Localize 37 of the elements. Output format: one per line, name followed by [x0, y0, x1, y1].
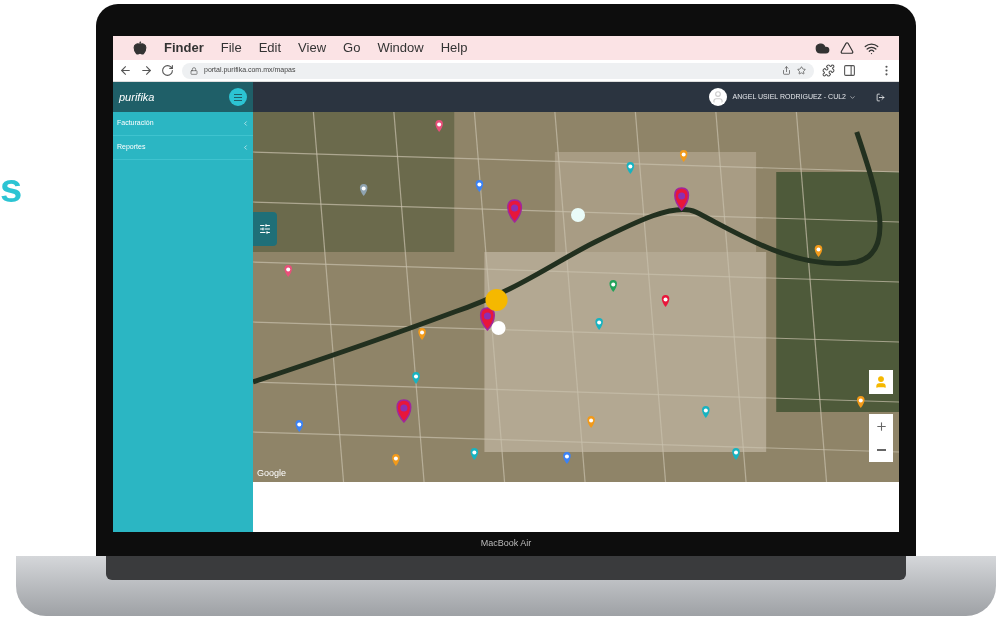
- heading-fragment: s: [0, 168, 23, 208]
- back-icon[interactable]: [119, 64, 132, 77]
- menu-item[interactable]: View: [298, 38, 327, 58]
- menu-item[interactable]: File: [220, 38, 242, 58]
- cloud-icon[interactable]: [815, 40, 830, 56]
- logo[interactable]: purifika: [119, 88, 155, 106]
- apple-icon[interactable]: [133, 41, 147, 55]
- chevron-left-icon: [242, 144, 249, 151]
- menu-item[interactable]: Go: [343, 38, 361, 58]
- person-icon: [874, 375, 888, 389]
- logout-icon[interactable]: [876, 92, 885, 102]
- menu-item[interactable]: Window: [377, 38, 424, 58]
- sliders-icon: [259, 223, 271, 235]
- bookmark-icon[interactable]: [797, 66, 806, 75]
- filter-button[interactable]: [253, 212, 277, 246]
- triangle-icon[interactable]: [840, 41, 854, 55]
- forward-icon[interactable]: [140, 64, 153, 77]
- map-view[interactable]: Google: [253, 112, 899, 482]
- zoom-out-button[interactable]: [869, 438, 893, 462]
- side-panel-icon[interactable]: [843, 64, 856, 77]
- chevron-down-icon: [849, 93, 856, 101]
- share-icon[interactable]: [782, 66, 791, 75]
- lock-icon: [190, 66, 198, 75]
- plus-icon: [874, 419, 888, 433]
- device-label: MacBook Air: [480, 537, 532, 550]
- minus-icon: [876, 449, 886, 451]
- wifi-icon[interactable]: [864, 40, 879, 56]
- reload-icon[interactable]: [161, 64, 174, 77]
- map-attribution: Google: [257, 466, 287, 480]
- menu-item[interactable]: Edit: [258, 38, 282, 58]
- avatar-icon: [708, 88, 727, 106]
- menu-item[interactable]: Help: [440, 38, 468, 58]
- menu-toggle[interactable]: [229, 88, 247, 106]
- zoom-in-button[interactable]: [869, 414, 893, 438]
- extensions-icon[interactable]: [822, 64, 835, 77]
- menu-item[interactable]: Finder: [164, 38, 204, 58]
- chevron-left-icon: [242, 120, 249, 127]
